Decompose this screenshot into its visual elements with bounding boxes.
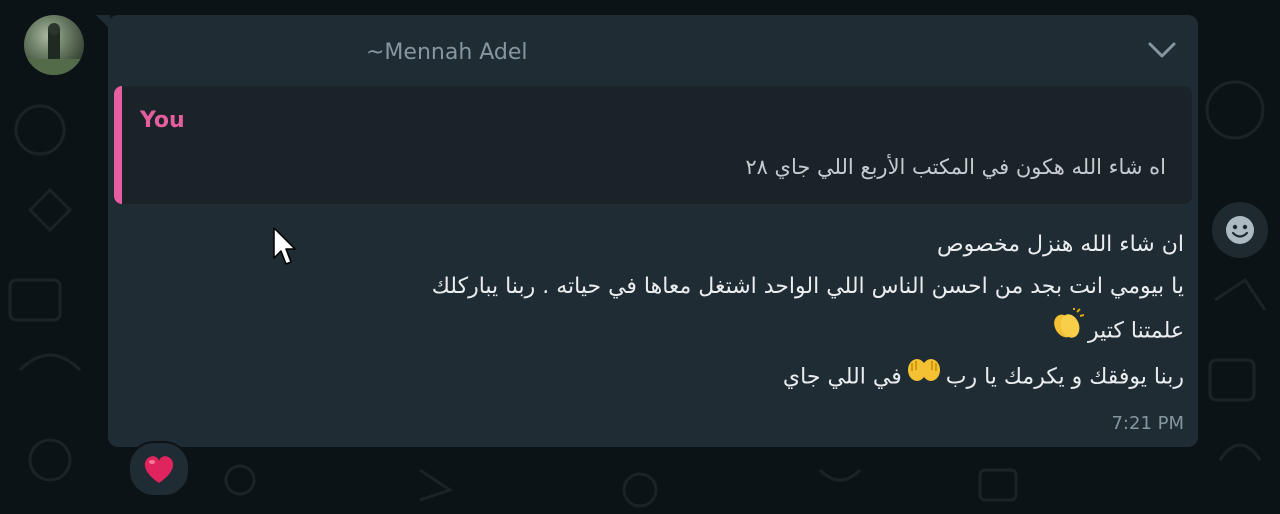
message-line: ربنا يوفقك و يكرمك يا رب في اللي جاي [140,355,1184,400]
quoted-message[interactable]: You اه شاء الله هكون في المكتب الأربع ال… [114,86,1192,204]
message-line-text: في اللي جاي [782,364,902,390]
clapping-hands-emoji [1050,308,1085,355]
avatar-photo [24,23,84,75]
message-timestamp: 7:21 PM [1111,413,1184,434]
raising-hands-emoji [906,355,942,400]
message-line-text: ربنا يوفقك و يكرمك يا رب [945,364,1184,390]
sender-name[interactable]: ~Mennah Adel [366,38,566,68]
message-line: يا بيومي انت بجد من احسن الناس اللي الوا… [431,274,1184,299]
heart-icon [144,456,174,483]
chevron-down-icon[interactable] [1146,36,1178,64]
mouse-cursor [272,226,298,272]
quote-accent-bar [114,86,122,204]
reaction-badge[interactable] [128,441,190,497]
message-line-text: علمتنا كتير [1088,318,1184,344]
smiley-icon [1226,216,1254,244]
add-reaction-button[interactable] [1212,202,1268,258]
quote-author: You [140,108,185,133]
sender-avatar[interactable] [24,15,84,75]
quote-text: اه شاء الله هكون في المكتب الأربع اللي ج… [745,155,1166,179]
message-line: علمتنا كتير [140,308,1184,355]
